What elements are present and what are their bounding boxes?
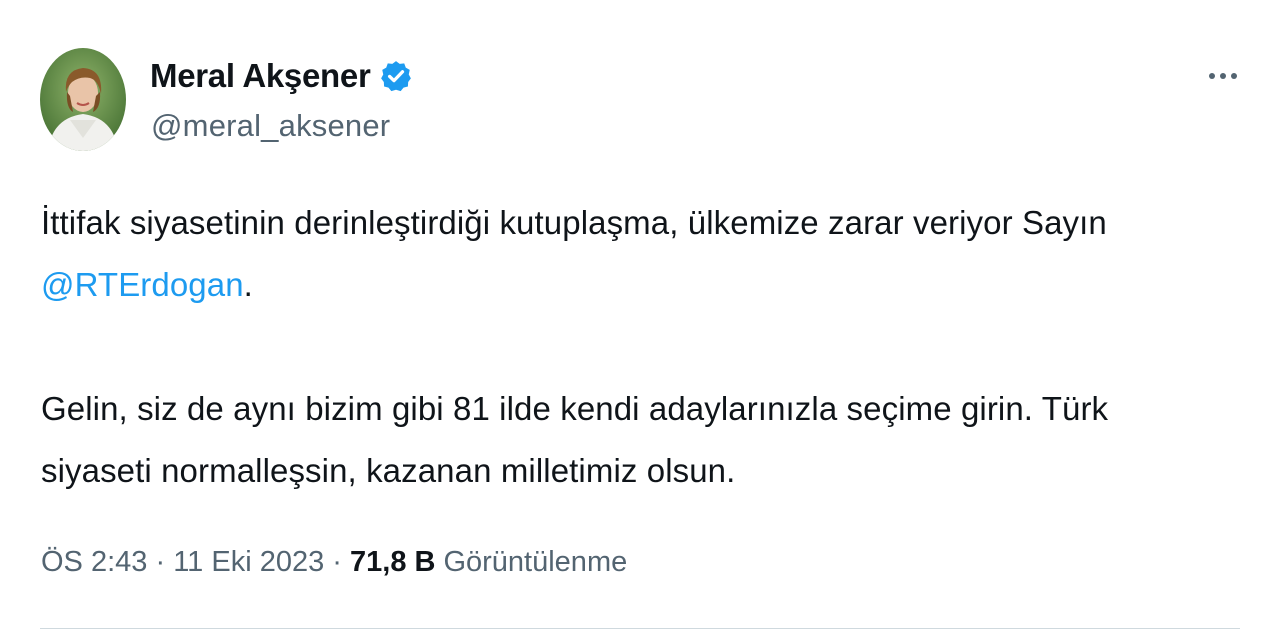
meta-separator: ·	[147, 546, 174, 578]
more-options-icon	[1209, 73, 1215, 79]
author-display-name[interactable]: Meral Akşener	[150, 57, 371, 95]
tweet-card: Meral Akşener @meral_aksener İttifak siy…	[0, 0, 1280, 640]
author-handle[interactable]: @meral_aksener	[151, 108, 390, 144]
tweet-paragraph-2: Gelin, siz de aynı bizim gibi 81 ilde ke…	[41, 378, 1241, 502]
views-count: 71,8 B	[350, 546, 436, 578]
more-options-button[interactable]	[1198, 58, 1248, 94]
tweet-time[interactable]: ÖS 2:43	[41, 546, 147, 579]
avatar[interactable]	[40, 48, 126, 151]
tweet-text: İttifak siyasetinin derinleştirdiği kutu…	[41, 192, 1241, 502]
tweet-paragraph-2-line-2: siyaseti normalleşsin, kazanan milletimi…	[41, 452, 736, 489]
mention-link[interactable]: @RTErdogan	[41, 266, 244, 303]
tweet-meta: ÖS 2:43 · 11 Eki 2023 · 71,8 B Görüntülen…	[41, 546, 627, 579]
profile-photo-icon	[40, 48, 126, 151]
more-options-icon-dot	[1231, 73, 1237, 79]
author-name-row: Meral Akşener	[150, 56, 413, 96]
verified-badge-icon	[379, 59, 413, 93]
divider	[40, 628, 1240, 629]
tweet-paragraph-2-line-1: Gelin, siz de aynı bizim gibi 81 ilde ke…	[41, 390, 1109, 427]
tweet-date[interactable]: 11 Eki 2023	[173, 546, 324, 579]
tweet-paragraph-1: İttifak siyasetinin derinleştirdiği kutu…	[41, 192, 1241, 316]
mention-suffix: .	[243, 266, 253, 303]
views-label: Görüntülenme	[443, 546, 628, 578]
more-options-icon-dot	[1220, 73, 1226, 79]
tweet-line-1: İttifak siyasetinin derinleştirdiği kutu…	[41, 204, 1107, 241]
meta-separator-2: ·	[324, 546, 350, 578]
